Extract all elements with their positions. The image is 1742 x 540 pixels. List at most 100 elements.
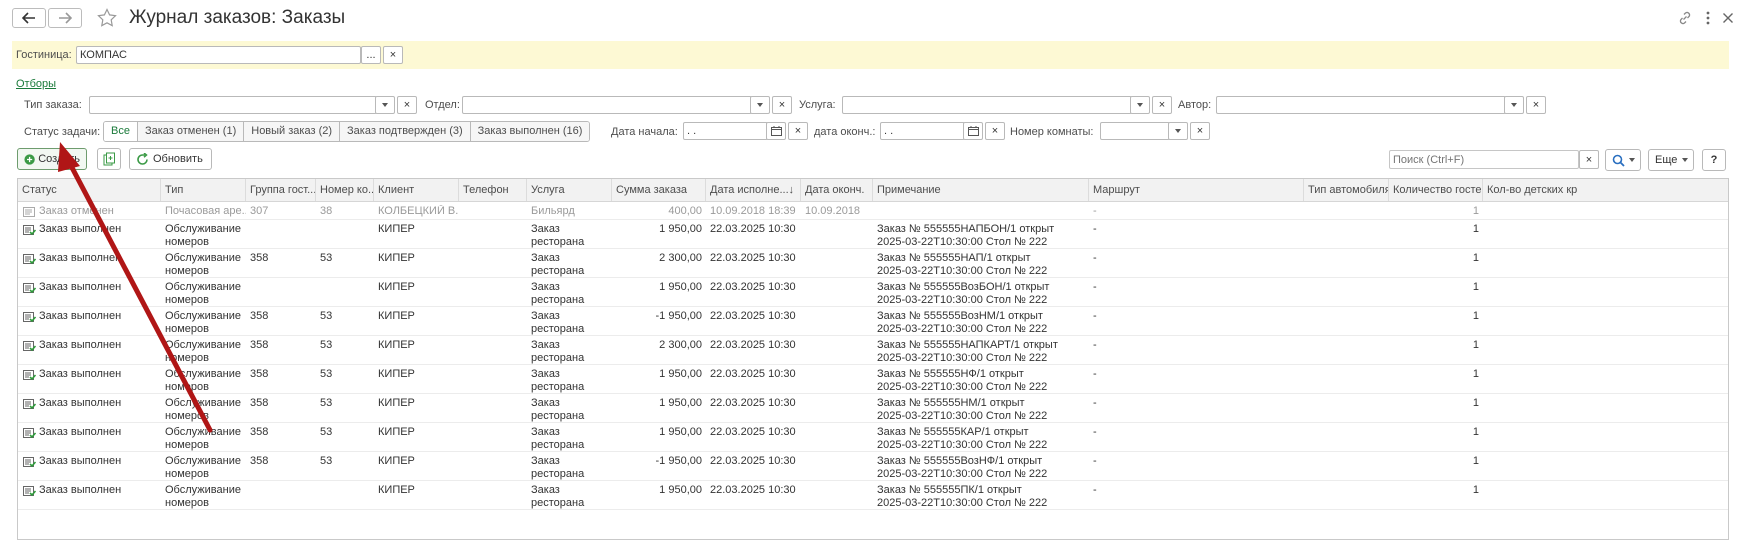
more-button[interactable]: Еще (1648, 149, 1694, 171)
column-header[interactable]: Статус (18, 179, 161, 201)
author-clear[interactable]: × (1526, 96, 1546, 114)
column-header[interactable]: Телефон (459, 179, 527, 201)
column-header[interactable]: Количество гостей (1389, 179, 1483, 201)
table-row[interactable]: Заказ выполнен Обслуживание номеров 358 53 КИ… (18, 394, 1728, 423)
column-header[interactable]: Примечание (873, 179, 1089, 201)
column-header[interactable]: Группа гост... (246, 179, 316, 201)
order-type-clear[interactable]: × (397, 96, 417, 114)
start-date-clear[interactable]: × (788, 122, 808, 140)
column-header[interactable]: Услуга (527, 179, 612, 201)
department-dropdown[interactable] (750, 96, 770, 114)
service-cell-line: Заказ (531, 455, 560, 467)
order-type-field[interactable] (89, 96, 377, 114)
table-row[interactable]: Заказ выполнен Обслуживание номеров 358 53 КИ… (18, 452, 1728, 481)
service-cell-line: Заказ (531, 368, 560, 380)
column-header[interactable]: Номер ко... (316, 179, 374, 201)
column-header[interactable]: Дата оконч. (801, 179, 873, 201)
help-button[interactable]: ? (1702, 149, 1726, 171)
column-header[interactable]: Тип автомобиля (1304, 179, 1389, 201)
department-label: Отдел: (425, 99, 460, 111)
status-all[interactable]: Все (104, 122, 138, 141)
end-date-clear[interactable]: × (985, 122, 1005, 140)
hotel-select-button[interactable]: ... (361, 46, 381, 64)
service-dropdown[interactable] (1130, 96, 1150, 114)
status-done[interactable]: Заказ выполнен (16) (470, 122, 590, 141)
column-header[interactable]: Сумма заказа (612, 179, 706, 201)
execution-date-cell-line: 22.03.2025 10:30 (710, 484, 796, 496)
type-cell: Обслуживание номеров (161, 281, 246, 307)
status-cancelled[interactable]: Заказ отменен (1) (137, 122, 245, 141)
hotel-clear-button[interactable]: × (383, 46, 403, 64)
status-new[interactable]: Новый заказ (2) (244, 122, 341, 141)
author-dropdown[interactable] (1504, 96, 1524, 114)
type-cell-line: номеров (165, 323, 209, 335)
department-clear[interactable]: × (772, 96, 792, 114)
column-header[interactable]: Кол-во детских кр (1483, 179, 1728, 201)
type-cell-line: номеров (165, 236, 209, 248)
create-button[interactable]: Создать (17, 148, 87, 170)
star-icon[interactable] (97, 8, 117, 28)
execution-date-cell-line: 22.03.2025 10:30 (710, 368, 796, 380)
column-header[interactable]: Тип (161, 179, 246, 201)
note-cell: Заказ № 555555НМ/1 открыт 2025-03-22T10:3… (873, 397, 1089, 423)
orders-table[interactable]: Статус Тип Группа гост... Номер ко... Клиент… (17, 178, 1729, 540)
forward-button[interactable] (48, 8, 82, 28)
hotel-field[interactable]: КОМПАС (76, 46, 361, 64)
room-number-clear[interactable]: × (1190, 122, 1210, 140)
refresh-button[interactable]: Обновить (129, 148, 212, 170)
back-button[interactable] (12, 8, 46, 28)
link-icon[interactable] (1677, 10, 1693, 26)
service-cell-line: Заказ (531, 484, 560, 496)
filters-link[interactable]: Отборы (16, 78, 56, 90)
table-row[interactable]: Заказ выполнен Обслуживание номеров 358 53 КИ… (18, 423, 1728, 452)
order-type-dropdown[interactable] (375, 96, 395, 114)
table-row[interactable]: Заказ выполнен Обслуживание номеров 358 53 КИ… (18, 249, 1728, 278)
service-field[interactable] (842, 96, 1132, 114)
service-clear[interactable]: × (1152, 96, 1172, 114)
search-clear[interactable]: × (1579, 150, 1599, 169)
search-button[interactable] (1605, 149, 1641, 171)
department-field[interactable] (462, 96, 752, 114)
service-cell-line: Заказ (531, 339, 560, 351)
type-cell: Обслуживание номеров (161, 368, 246, 394)
more-vertical-icon[interactable] (1700, 10, 1716, 26)
table-row[interactable]: Заказ выполнен Обслуживание номеров 358 53 КИ… (18, 365, 1728, 394)
column-header[interactable]: Клиент (374, 179, 459, 201)
table-row[interactable]: Заказ отменен Почасовая аре... 307 38 КОЛБЕЦ… (18, 202, 1728, 220)
search-input[interactable] (1389, 150, 1579, 169)
column-header[interactable]: Дата исполне... ↓ (706, 179, 801, 201)
close-icon[interactable] (1720, 10, 1736, 26)
guest-group-cell: 358 (246, 426, 316, 439)
table-row[interactable]: Заказ выполнен Обслуживание номеров 358 53 КИ… (18, 336, 1728, 365)
status-cell: Заказ выполнен (35, 397, 161, 410)
table-row[interactable]: Заказ выполнен Обслуживание номеров 358 53 КИ… (18, 307, 1728, 336)
status-cell: Заказ выполнен (35, 310, 161, 323)
service-cell-line: ресторана (531, 439, 585, 451)
copy-button[interactable] (97, 148, 121, 170)
client-cell-line: КИПЕР (378, 484, 415, 496)
order-sum-cell-line: 1 950,00 (659, 397, 702, 409)
room-number-cell-line: 53 (320, 252, 333, 264)
task-status-selector[interactable]: Все Заказ отменен (1) Новый заказ (2) За… (103, 121, 591, 142)
column-header[interactable]: Маршрут (1089, 179, 1304, 201)
start-date-field[interactable]: . . (683, 122, 768, 140)
order-sum-cell-line: 1 950,00 (659, 223, 702, 235)
room-number-field[interactable] (1100, 122, 1170, 140)
end-date-calendar-button[interactable] (963, 122, 983, 140)
execution-date-cell-line: 22.03.2025 10:30 (710, 281, 796, 293)
author-field[interactable] (1216, 96, 1506, 114)
service-cell-line: Заказ (531, 397, 560, 409)
room-number-dropdown[interactable] (1168, 122, 1188, 140)
start-date-calendar-button[interactable] (766, 122, 786, 140)
table-row[interactable]: Заказ выполнен Обслуживание номеров КИПЕР За… (18, 278, 1728, 307)
type-cell-line: номеров (165, 410, 209, 422)
type-cell: Обслуживание номеров (161, 484, 246, 510)
type-cell-line: Обслуживание (165, 223, 241, 235)
table-row[interactable]: Заказ выполнен Обслуживание номеров КИПЕР За… (18, 481, 1728, 510)
route-cell: - (1089, 281, 1304, 294)
note-cell-line: Заказ № 555555ВозБОН/1 открыт (877, 281, 1050, 293)
status-confirmed[interactable]: Заказ подтвержден (3) (340, 122, 471, 141)
table-row[interactable]: Заказ выполнен Обслуживание номеров КИПЕР За… (18, 220, 1728, 249)
end-date-field[interactable]: . . (880, 122, 965, 140)
guests-count-cell: 1 (1389, 205, 1483, 218)
